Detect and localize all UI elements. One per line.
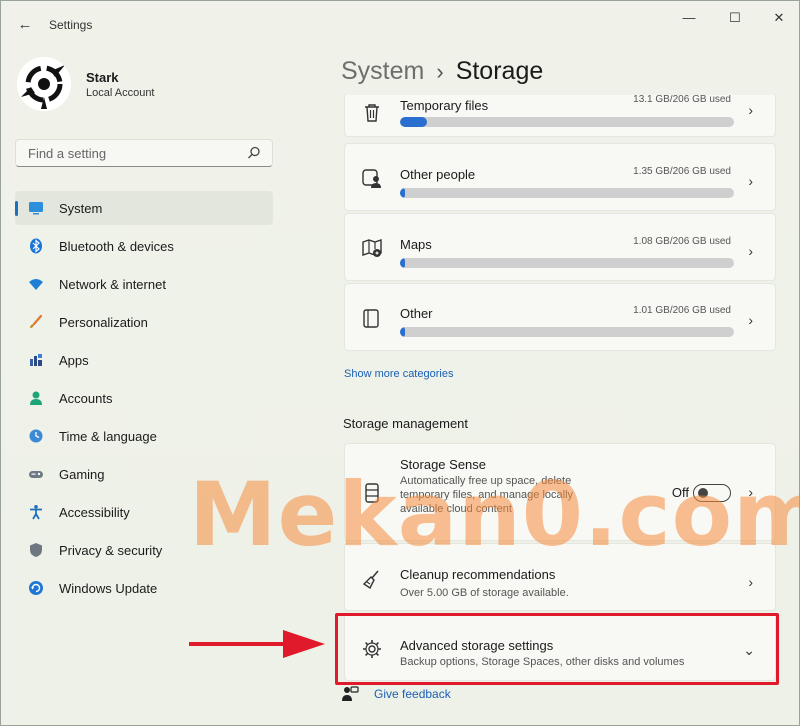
usage-bar <box>400 188 734 198</box>
breadcrumb: System › Storage <box>341 57 543 86</box>
category-title: Other <box>400 306 433 321</box>
chevron-right-icon: › <box>748 574 753 590</box>
section-title-storage-management: Storage management <box>343 416 469 431</box>
back-button[interactable]: ← <box>15 15 35 35</box>
category-usage: 1.01 GB/206 GB used <box>633 305 731 316</box>
minimize-button[interactable]: — <box>674 7 704 29</box>
sidebar-item-label: Bluetooth & devices <box>59 239 174 254</box>
sidebar-item-label: Privacy & security <box>59 543 163 558</box>
map-icon <box>362 239 382 257</box>
sidebar-item-accounts[interactable]: Accounts <box>15 381 273 415</box>
app-title: Settings <box>49 18 93 32</box>
people-icon <box>362 169 381 188</box>
category-title: Other people <box>400 167 476 182</box>
monitor-icon <box>29 202 43 215</box>
sidebar-item-label: Accounts <box>59 391 113 406</box>
profile-account-type: Local Account <box>86 87 155 99</box>
shield-icon <box>30 543 42 557</box>
update-icon <box>29 581 43 595</box>
sidebar-item-label: Time & language <box>59 429 157 444</box>
search-placeholder: Find a setting <box>28 146 107 161</box>
search-input[interactable]: Find a setting <box>15 139 273 167</box>
breadcrumb-parent[interactable]: System <box>341 57 424 85</box>
feedback-icon <box>342 686 359 701</box>
sidebar-item-label: Windows Update <box>59 581 158 596</box>
title-bar: ← Settings — ☐ ✕ <box>1 1 800 47</box>
category-title: Temporary files <box>400 98 489 113</box>
storage-category-temporary-files[interactable]: Temporary files 13.1 GB/206 GB used › <box>344 95 776 137</box>
category-title: Maps <box>400 237 432 252</box>
avatar-emblem-icon <box>17 57 71 111</box>
avatar[interactable] <box>17 57 71 111</box>
usage-bar <box>400 258 734 268</box>
sidebar-item-label: Network & internet <box>59 277 166 292</box>
give-feedback-link[interactable]: Give feedback <box>374 687 451 701</box>
trash-icon <box>365 104 379 122</box>
sidebar-item-windows-update[interactable]: Windows Update <box>15 571 273 605</box>
sidebar-item-time-language[interactable]: Time & language <box>15 419 273 453</box>
usage-bar <box>400 327 734 337</box>
brush-icon <box>30 314 43 328</box>
storage-category-other[interactable]: Other 1.01 GB/206 GB used › <box>344 283 776 351</box>
usage-bar-fill <box>400 327 405 337</box>
cleanup-title: Cleanup recommendations <box>400 567 556 582</box>
highlight-box <box>335 613 779 685</box>
accessibility-icon <box>30 505 42 520</box>
sidebar-item-label: Apps <box>59 353 89 368</box>
sidebar-item-label: System <box>59 201 103 216</box>
apps-icon <box>30 354 42 366</box>
sidebar-item-apps[interactable]: Apps <box>15 343 273 377</box>
storage-category-maps[interactable]: Maps 1.08 GB/206 GB used › <box>344 213 776 281</box>
active-indicator <box>15 201 18 216</box>
bluetooth-icon <box>30 238 42 254</box>
category-usage: 1.08 GB/206 GB used <box>633 236 731 247</box>
chevron-right-icon: › <box>748 243 753 259</box>
sidebar-item-bluetooth[interactable]: Bluetooth & devices <box>15 229 273 263</box>
close-button[interactable]: ✕ <box>764 7 794 29</box>
page-title: Storage <box>455 57 544 85</box>
search-icon[interactable] <box>246 145 262 161</box>
category-usage: 1.35 GB/206 GB used <box>633 166 731 177</box>
sidebar-item-label: Personalization <box>59 315 148 330</box>
usage-bar-fill <box>400 188 405 198</box>
profile-name: Stark <box>86 70 119 85</box>
cleanup-description: Over 5.00 GB of storage available. <box>400 587 569 599</box>
red-arrow-annotation <box>189 630 325 658</box>
gamepad-icon <box>29 471 43 478</box>
sidebar-item-label: Accessibility <box>59 505 130 520</box>
usage-bar-fill <box>400 117 427 127</box>
broom-icon <box>362 570 379 590</box>
sidebar-item-network[interactable]: Network & internet <box>15 267 273 301</box>
watermark: Mekan0.com <box>189 463 800 566</box>
usage-bar <box>400 117 734 127</box>
storage-category-other-people[interactable]: Other people 1.35 GB/206 GB used › <box>344 143 776 211</box>
sidebar-item-system[interactable]: System <box>15 191 273 225</box>
breadcrumb-separator: › <box>436 59 444 84</box>
sidebar-item-personalization[interactable]: Personalization <box>15 305 273 339</box>
globe-clock-icon <box>29 429 43 443</box>
maximize-button[interactable]: ☐ <box>720 7 750 29</box>
category-usage: 13.1 GB/206 GB used <box>633 95 731 105</box>
chevron-right-icon: › <box>748 312 753 328</box>
chevron-right-icon: › <box>748 173 753 189</box>
usage-bar-fill <box>400 258 405 268</box>
document-icon <box>363 309 379 328</box>
sidebar-item-label: Gaming <box>59 467 105 482</box>
chevron-right-icon: › <box>748 102 753 118</box>
wifi-icon <box>29 279 43 290</box>
person-icon <box>30 391 42 405</box>
settings-window: ← Settings — ☐ ✕ Stark Local Account Fin… <box>0 0 800 726</box>
show-more-categories-link[interactable]: Show more categories <box>344 368 453 380</box>
